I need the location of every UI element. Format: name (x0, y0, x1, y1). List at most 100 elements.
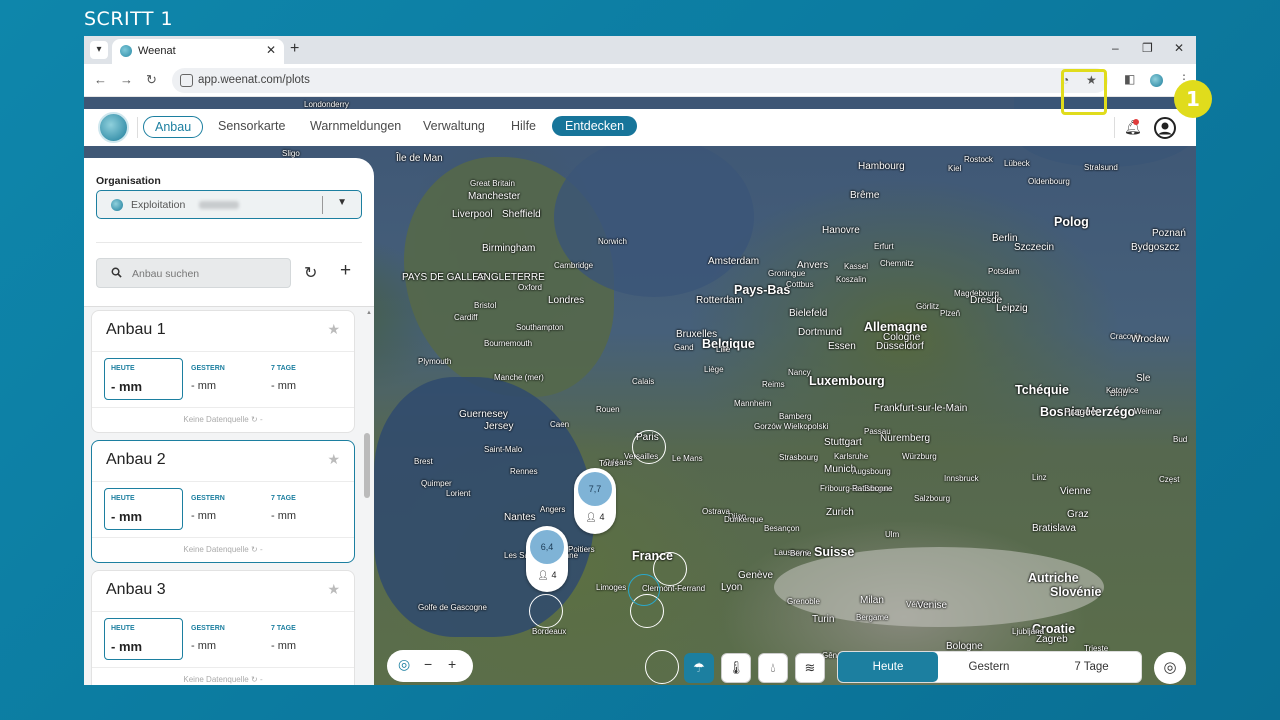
map-place-label: Liverpool (452, 209, 493, 220)
period-gestern[interactable]: Gestern (938, 652, 1040, 682)
card-footer: Keine Datenquelle ↻ - (183, 545, 263, 554)
nav-sensorkarte[interactable]: Sensorkarte (218, 119, 285, 133)
weenat-logo-icon[interactable] (98, 112, 129, 143)
map-place-label: Quimper (421, 479, 452, 488)
profile-button[interactable] (1150, 113, 1180, 143)
nav-entdecken-button[interactable]: Entdecken (552, 116, 638, 136)
plot-search-input[interactable]: Anbau suchen (96, 258, 291, 288)
map-place-label: Île de Man (396, 153, 443, 164)
extension-icon[interactable] (1150, 74, 1163, 87)
map-location-ring[interactable] (653, 552, 687, 586)
nav-verwaltung[interactable]: Verwaltung (423, 119, 485, 133)
map-place-label: Stralsund (1084, 163, 1118, 172)
restore-button[interactable]: ❐ (1142, 41, 1153, 55)
map-place-label: Norwich (598, 237, 627, 246)
organisation-label: Organisation (96, 175, 161, 187)
locate-icon[interactable]: ◎ (398, 656, 410, 673)
map-location-ring[interactable] (632, 430, 666, 464)
map-cluster-marker[interactable]: 7,7 👤︎ 4 (574, 468, 616, 534)
side-panel-icon[interactable]: ◧ (1124, 72, 1135, 86)
step-label: SCRITT 1 (84, 8, 174, 30)
metric-label-today: HEUTE (111, 365, 135, 372)
tab-title: Weenat (138, 45, 176, 57)
nav-warnmeldungen[interactable]: Warnmeldungen (310, 119, 401, 133)
map-place-label: Kassel (844, 262, 869, 271)
period-heute[interactable]: Heute (838, 652, 938, 682)
map-place-label: Berne (790, 549, 812, 558)
map-place-label: Strasbourg (779, 453, 819, 462)
zoom-out-button[interactable]: − (424, 656, 432, 672)
tab-close-icon[interactable]: ✕ (266, 43, 276, 57)
marker-count: 👤︎ 4 (585, 512, 605, 522)
app-topbar: Anbau Sensorkarte Warnmeldungen Verwaltu… (84, 109, 1196, 146)
metric-label-week: 7 TAGE (271, 495, 296, 502)
metric-label-today: HEUTE (111, 625, 135, 632)
map-place-label: Besançon (764, 524, 800, 533)
metric-label-week: 7 TAGE (271, 365, 296, 372)
map-location-ring[interactable] (628, 574, 660, 606)
reload-icon[interactable]: ↻ (146, 72, 157, 88)
map-place-label: Bordeaux (532, 627, 567, 636)
map-cluster-marker[interactable]: 6,4 👤︎ 4 (526, 526, 568, 592)
nav-hilfe[interactable]: Hilfe (511, 119, 536, 133)
wind-icon[interactable]: ≋ (795, 653, 825, 683)
map-place-label: Hambourg (858, 161, 905, 172)
map-place-label: Wrocław (1131, 334, 1170, 345)
map-place-label: Potsdam (988, 267, 1020, 276)
map-place-label: Saint-Malo (484, 445, 523, 454)
map-place-label: Poznań (1152, 228, 1186, 239)
map-place-label: Calais (632, 377, 655, 386)
tab-search-button[interactable]: ▾ (90, 41, 108, 59)
card-divider (92, 537, 354, 538)
address-bar[interactable]: app.weenat.com/plots ◔ ★ (172, 68, 1108, 93)
user-pin-icon: 👤︎ (537, 570, 552, 580)
site-info-icon[interactable] (180, 74, 193, 87)
map-place-label: Sligo (282, 149, 300, 158)
map-place-label: Brest (414, 457, 433, 466)
zoom-in-button[interactable]: + (448, 656, 456, 672)
map-place-label: Würzburg (902, 452, 937, 461)
back-arrow-icon[interactable]: ← (94, 72, 107, 87)
new-tab-button[interactable]: + (290, 40, 299, 58)
favorite-star-icon[interactable]: ★ (327, 321, 340, 338)
plot-card[interactable]: Anbau 3 ★ HEUTE - mm GESTERN - mm 7 TAGE - mm Ke… (91, 570, 355, 685)
temperature-thermometer-icon[interactable]: 🌡︎ (721, 653, 751, 683)
map-place-label: Rostock (964, 155, 993, 164)
map-place-label: Lille (716, 345, 731, 354)
period-7-tage[interactable]: 7 Tage (1040, 652, 1143, 682)
scroll-up-icon[interactable]: ▲ (366, 310, 372, 316)
favorite-star-icon[interactable]: ★ (327, 451, 340, 468)
rain-umbrella-icon[interactable]: ☂ (684, 653, 714, 683)
organisation-select[interactable]: Exploitation ▼ (96, 190, 362, 219)
browser-tab[interactable]: Weenat ✕ (112, 39, 284, 64)
plot-card[interactable]: Anbau 2 ★ HEUTE - mm GESTERN - mm 7 TAGE - mm Ke… (91, 440, 355, 563)
redacted-text (199, 201, 239, 209)
scrollbar-thumb[interactable] (364, 433, 370, 498)
plot-card[interactable]: Anbau 1 ★ HEUTE - mm GESTERN - mm 7 TAGE - mm Ke… (91, 310, 355, 433)
humidity-drop-icon[interactable]: 💧︎ (758, 653, 788, 683)
nav-anbau[interactable]: Anbau (143, 116, 204, 138)
forward-arrow-icon[interactable]: → (120, 72, 133, 87)
map-place-label: Munich (824, 464, 857, 475)
map-place-label: Cambridge (554, 261, 594, 270)
map-place-label: Tours (599, 459, 619, 468)
minimize-button[interactable]: – (1112, 41, 1119, 55)
metric-value-yesterday: - mm (191, 510, 217, 522)
map-place-label: Bratislava (1032, 523, 1076, 534)
refresh-icon[interactable]: ↻ (304, 263, 317, 283)
map-place-label: Oxford (518, 283, 543, 292)
map-place-label: Plzeň (940, 309, 961, 318)
map-place-label: Görlitz (916, 302, 940, 311)
favorite-star-icon[interactable]: ★ (327, 581, 340, 598)
add-plot-button[interactable]: + (340, 260, 351, 282)
radar-target-icon[interactable]: ◎ (1154, 652, 1186, 684)
close-window-button[interactable]: ✕ (1174, 41, 1184, 55)
map-place-label: Ulm (885, 530, 900, 539)
topbar-divider (1114, 117, 1115, 138)
map-location-ring[interactable] (529, 594, 563, 628)
map-place-label: Cottbus (786, 280, 814, 289)
card-divider (92, 667, 354, 668)
map-place-label: Mannheim (734, 399, 772, 408)
data-source-icon: ↻ (251, 675, 258, 684)
layer-toggle-circle[interactable] (645, 650, 679, 684)
